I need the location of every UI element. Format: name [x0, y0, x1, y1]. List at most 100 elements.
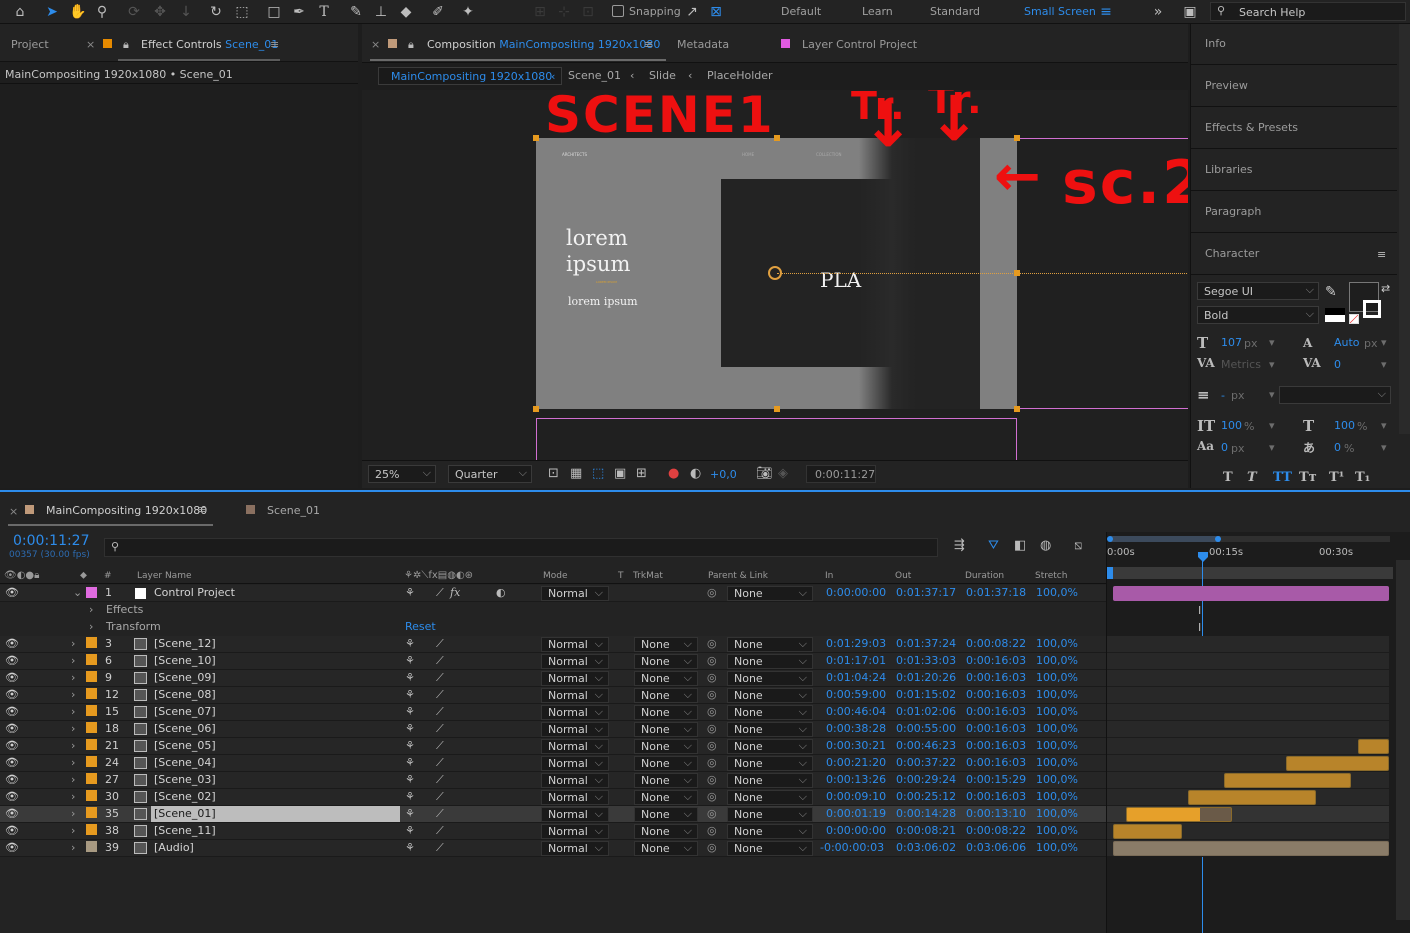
dropdown-arrow-icon[interactable]: ▾	[1269, 358, 1275, 371]
layer-name[interactable]: [Scene_06]	[154, 722, 216, 735]
stroke-color-swatch[interactable]	[1363, 300, 1381, 318]
panel-paragraph[interactable]: Paragraph	[1191, 192, 1397, 233]
track-bar[interactable]	[1358, 739, 1389, 754]
pick-whip-icon[interactable]: ◎	[707, 773, 717, 786]
timeline-scrollbar[interactable]	[1396, 560, 1410, 920]
dolly-camera-icon[interactable]: ↓	[176, 2, 196, 22]
visibility-eye-icon[interactable]: 👁︎	[5, 688, 19, 701]
tsume-value[interactable]: 0	[1334, 441, 1341, 454]
track-bar[interactable]	[1126, 807, 1233, 822]
tab-composition[interactable]: Composition MainCompositing 1920x1080	[427, 38, 660, 51]
mode-dropdown[interactable]: Normal	[541, 637, 609, 652]
orbit-camera-icon[interactable]: ⟳	[124, 2, 144, 22]
channels-icon[interactable]: ●	[668, 466, 679, 481]
layer-duration[interactable]: 0:03:06:06	[966, 841, 1026, 854]
quality-switch-icon[interactable]: ⟋	[436, 807, 444, 821]
layer-out[interactable]: 0:00:29:24	[896, 773, 956, 786]
shy-switch-icon[interactable]: ⚘	[405, 773, 415, 786]
comp-panel-menu-icon[interactable]: ≡	[644, 38, 653, 51]
superscript-icon[interactable]: T¹	[1329, 470, 1344, 485]
pan-camera-icon[interactable]: ✥	[150, 2, 170, 22]
fast-preview-icon[interactable]: ⊡	[548, 466, 559, 481]
shy-switch-icon[interactable]: ⚘	[405, 705, 415, 718]
tab-layer[interactable]: Layer Control Project	[802, 38, 917, 51]
snap-target-icon[interactable]: ⊠	[706, 2, 726, 22]
snapshot-icon[interactable]: 📷︎	[756, 466, 773, 481]
quality-switch-icon[interactable]: ⟋	[436, 824, 444, 838]
layer-duration[interactable]: 0:00:08:22	[966, 824, 1026, 837]
panel-libraries[interactable]: Libraries	[1191, 150, 1397, 191]
layer-stretch[interactable]: 100,0%	[1036, 841, 1078, 854]
table-row[interactable]: 👁︎ › 38 [Scene_11] ⚘ ⟋ Normal None ◎ None 0:00:00:…	[0, 823, 1106, 840]
expand-chevron-icon[interactable]: ›	[71, 790, 75, 803]
character-menu-icon[interactable]: ≡	[1377, 248, 1386, 261]
expand-chevron-icon[interactable]: ›	[89, 603, 93, 616]
home-icon[interactable]: ⌂	[10, 2, 30, 22]
dropdown-arrow-icon[interactable]: ▾	[1269, 441, 1275, 454]
pick-whip-icon[interactable]: ◎	[707, 841, 717, 854]
layer-out[interactable]: 0:01:15:02	[896, 688, 956, 701]
layer-stretch[interactable]: 100,0%	[1036, 637, 1078, 650]
pick-whip-icon[interactable]: ◎	[707, 807, 717, 820]
parent-dropdown[interactable]: None	[727, 586, 813, 601]
expand-chevron-icon[interactable]: ›	[89, 620, 93, 633]
table-row[interactable]: 👁︎ › 3 [Scene_12] ⚘ ⟋ Normal None ◎ None 0:01:29:0…	[0, 636, 1106, 653]
mode-dropdown[interactable]: Normal	[541, 756, 609, 771]
panel-effects-presets[interactable]: Effects & Presets	[1191, 108, 1397, 149]
mode-dropdown[interactable]: Normal	[541, 586, 609, 601]
visibility-eye-icon[interactable]: 👁︎	[5, 773, 19, 786]
layer-in[interactable]: -0:00:00:03	[820, 841, 884, 854]
visibility-eye-icon[interactable]: 👁︎	[5, 739, 19, 752]
layer-duration[interactable]: 0:00:16:03	[966, 688, 1026, 701]
layer-stretch[interactable]: 100,0%	[1036, 671, 1078, 684]
expand-chevron-icon[interactable]: ›	[71, 807, 75, 820]
pick-whip-icon[interactable]: ◎	[707, 739, 717, 752]
layer-duration[interactable]: 0:00:16:03	[966, 756, 1026, 769]
layer-name[interactable]: [Scene_02]	[154, 790, 216, 803]
dropdown-arrow-icon[interactable]: ▾	[1269, 388, 1275, 401]
parent-dropdown[interactable]: None	[727, 722, 813, 737]
layer-label-color[interactable]	[86, 790, 97, 801]
layer-name[interactable]: [Audio]	[154, 841, 194, 854]
visibility-eye-icon[interactable]: 👁︎	[5, 841, 19, 854]
layer-in[interactable]: 0:01:29:03	[826, 637, 886, 650]
shy-switch-icon[interactable]: ⚘	[405, 807, 415, 820]
composition-viewer[interactable]: ARCHITECTS HOME COLLECTION lorem ipsum L…	[362, 90, 1188, 460]
layer-in[interactable]: 0:01:17:01	[826, 654, 886, 667]
effects-switch-icon[interactable]: fx	[450, 586, 460, 599]
expand-chevron-icon[interactable]: ›	[71, 654, 75, 667]
layer-label-color[interactable]	[86, 841, 97, 852]
trkmat-dropdown[interactable]: None	[634, 671, 698, 686]
layer-out[interactable]: 0:00:14:28	[896, 807, 956, 820]
parent-dropdown[interactable]: None	[727, 790, 813, 805]
layer-label-color[interactable]	[86, 637, 97, 648]
pick-whip-icon[interactable]: ◎	[707, 824, 717, 837]
track-bar[interactable]	[1285, 756, 1389, 771]
quality-switch-icon[interactable]: ⟋	[436, 654, 444, 668]
faux-bold-icon[interactable]: T	[1223, 470, 1233, 485]
quality-switch-icon[interactable]: ⟋	[436, 756, 444, 770]
nav-placeholder[interactable]: PlaceHolder	[707, 69, 773, 82]
visibility-eye-icon[interactable]: 👁︎	[5, 654, 19, 667]
pick-whip-icon[interactable]: ◎	[707, 688, 717, 701]
pick-whip-icon[interactable]: ◎	[707, 705, 717, 718]
layer-stretch[interactable]: 100,0%	[1036, 705, 1078, 718]
layer-name[interactable]: [Scene_11]	[154, 824, 216, 837]
layer-stretch[interactable]: 100,0%	[1036, 688, 1078, 701]
show-snapshot-icon[interactable]: ◈	[778, 466, 788, 481]
table-row[interactable]: 👁︎ › 12 [Scene_08] ⚘ ⟋ Normal None ◎ None 0:00:59:…	[0, 687, 1106, 704]
visibility-eye-icon[interactable]: 👁︎	[5, 722, 19, 735]
transparency-grid-icon[interactable]: ▦	[570, 466, 582, 481]
expand-chevron-icon[interactable]: ⌄	[73, 586, 82, 599]
trkmat-dropdown[interactable]: None	[634, 773, 698, 788]
search-help-field[interactable]: ⚲ Search Help	[1210, 2, 1406, 21]
layer-name[interactable]: [Scene_05]	[154, 739, 216, 752]
table-row[interactable]: 👁︎ › 15 [Scene_07] ⚘ ⟋ Normal None ◎ None 0:00:46:…	[0, 704, 1106, 721]
layer-stretch[interactable]: 100,0%	[1036, 739, 1078, 752]
mode-dropdown[interactable]: Normal	[541, 654, 609, 669]
more-workspaces-icon[interactable]: »	[1148, 2, 1168, 22]
mode-dropdown[interactable]: Normal	[541, 722, 609, 737]
shy-switch-icon[interactable]: ⚘	[405, 671, 415, 684]
layer-in[interactable]: 0:00:21:20	[826, 756, 886, 769]
layer-out[interactable]: 0:01:33:03	[896, 654, 956, 667]
